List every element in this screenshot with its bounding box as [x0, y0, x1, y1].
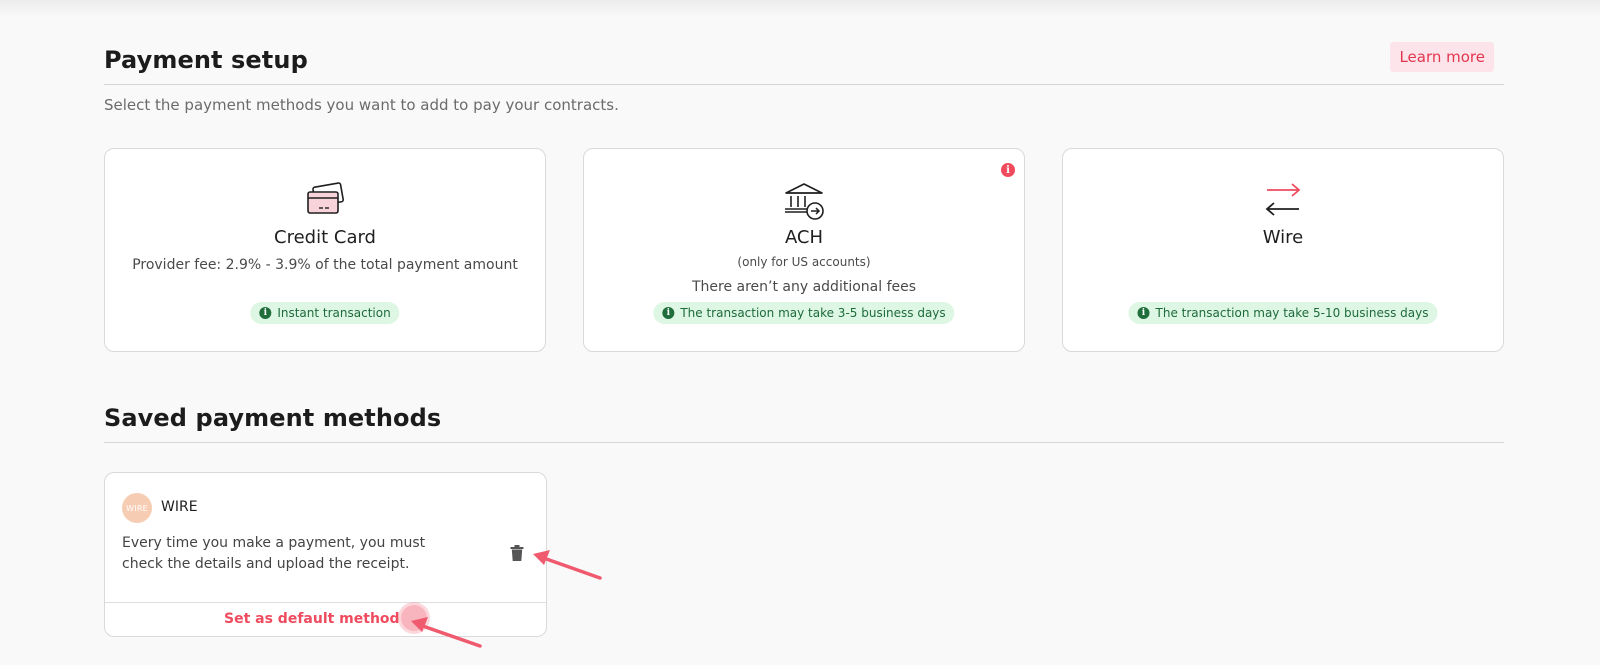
saved-method-description: Every time you make a payment, you must …: [122, 535, 426, 572]
method-name: Credit Card: [274, 227, 376, 248]
learn-more-button[interactable]: Learn more: [1390, 42, 1494, 72]
credit-card-badge: i Instant transaction: [250, 300, 400, 324]
info-icon: i: [662, 307, 675, 319]
payment-page: Payment setup Learn more Select the paym…: [104, 0, 1504, 665]
annotation-arrow-trash: [533, 550, 602, 580]
method-note-text: (only for US accounts): [737, 255, 871, 269]
saved-methods-header: Saved payment methods: [104, 380, 1504, 443]
info-alert-icon[interactable]: i: [1001, 163, 1015, 177]
avatar: WIRE: [122, 493, 152, 523]
payment-setup-subtitle: Select the payment methods you want to a…: [104, 96, 619, 114]
info-icon: i: [1137, 307, 1150, 319]
saved-methods-title: Saved payment methods: [104, 404, 442, 432]
bank-icon: [785, 183, 824, 220]
ach-badge: i The transaction may take 3-5 business d…: [653, 300, 955, 324]
wire-badge: i The transaction may take 5-10 business …: [1128, 300, 1438, 324]
method-fee-text: Provider fee: 2.9% - 3.9% of the total p…: [132, 257, 518, 273]
payment-setup-header: Payment setup: [104, 0, 1504, 85]
saved-method-name: WIRE: [161, 499, 198, 515]
annotation-arrow-default: [411, 617, 482, 648]
transfer-arrows-icon: [1265, 183, 1301, 216]
badge-text: The transaction may take 5-10 business d…: [1155, 306, 1429, 320]
info-icon: i: [259, 307, 272, 319]
credit-card-icon: [307, 182, 345, 214]
payment-setup-title: Payment setup: [104, 46, 308, 74]
badge-text: The transaction may take 3-5 business da…: [680, 306, 946, 320]
method-name: Wire: [1262, 227, 1304, 248]
badge-text: Instant transaction: [277, 306, 391, 320]
set-default-button[interactable]: Set as default method: [224, 611, 400, 627]
method-name: ACH: [784, 227, 824, 248]
method-fee-text: There aren’t any additional fees: [691, 279, 917, 295]
trash-icon[interactable]: [510, 545, 524, 561]
